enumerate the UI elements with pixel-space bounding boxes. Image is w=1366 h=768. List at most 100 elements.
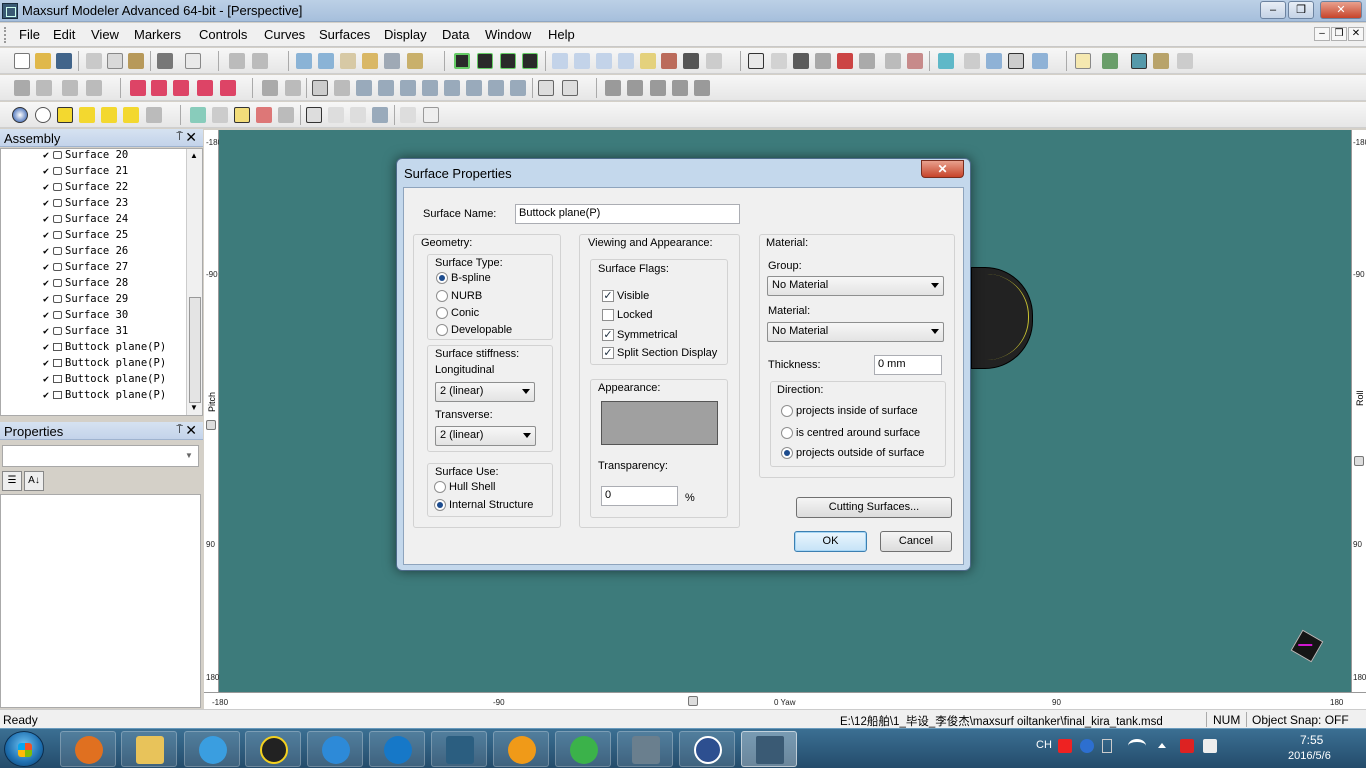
visible-check-icon[interactable]: ✔	[43, 198, 51, 209]
transparency-field[interactable]: 0	[601, 486, 678, 506]
body-plan-icon[interactable]	[477, 53, 493, 69]
tree-item[interactable]: ✔ Surface 23	[43, 197, 128, 213]
tree-item[interactable]: ✔ Surface 31	[43, 325, 128, 341]
undo-icon[interactable]	[229, 53, 245, 69]
taskbar-app-2[interactable]	[121, 731, 177, 767]
area-curve-icon[interactable]	[661, 53, 677, 69]
join-icon[interactable]	[488, 80, 504, 96]
dialog-close-button[interactable]: ✕	[921, 160, 964, 178]
clock-date[interactable]: 2016/5/6	[1288, 750, 1331, 762]
tree-item[interactable]: ✔ Surface 29	[43, 293, 128, 309]
ok-button[interactable]: OK	[794, 531, 867, 552]
triangle-icon[interactable]	[938, 53, 954, 69]
circle-point-icon[interactable]	[197, 80, 213, 96]
transverse-select[interactable]: 2 (linear)	[435, 426, 536, 446]
mirror-icon[interactable]	[422, 80, 438, 96]
locked-checkbox[interactable]	[602, 309, 614, 321]
grid-stack-icon[interactable]	[627, 80, 643, 96]
tree-item[interactable]: ✔ Buttock plane(P)	[43, 357, 166, 373]
taskbar-app-3[interactable]	[184, 731, 240, 767]
tree-item[interactable]: ✔ Surface 26	[43, 245, 128, 261]
taskbar-app-7[interactable]	[431, 731, 487, 767]
flag-icon[interactable]	[793, 53, 809, 69]
tray-expand-icon[interactable]	[1158, 743, 1166, 748]
volume-icon[interactable]	[1203, 739, 1217, 753]
group-select[interactable]: No Material	[767, 276, 944, 296]
projects-inside-radio[interactable]	[781, 405, 793, 417]
roll-slider[interactable]	[1354, 456, 1364, 466]
unbound-icon[interactable]	[562, 80, 578, 96]
mdi-close-button[interactable]: ✕	[1348, 27, 1364, 41]
taskbar-app-5[interactable]	[307, 731, 363, 767]
tree-item[interactable]: ✔ Buttock plane(P)	[43, 373, 166, 389]
arc-icon[interactable]	[220, 80, 236, 96]
control-point-icon[interactable]	[86, 80, 102, 96]
help-tray-icon[interactable]	[1080, 739, 1094, 753]
zoom-out-icon[interactable]	[318, 53, 334, 69]
print-icon[interactable]	[157, 53, 173, 69]
detach-icon[interactable]	[510, 80, 526, 96]
select-icon[interactable]	[748, 53, 764, 69]
layers-icon[interactable]	[694, 80, 710, 96]
rows-icon[interactable]	[672, 80, 688, 96]
pan-hand-icon[interactable]	[340, 53, 356, 69]
visible-check-icon[interactable]: ✔	[43, 390, 51, 401]
table-icon[interactable]	[683, 53, 699, 69]
taskbar-app-1[interactable]	[60, 731, 116, 767]
bspline-radio[interactable]	[436, 272, 448, 284]
arrow-select-icon[interactable]	[278, 107, 294, 123]
pitch-slider[interactable]	[206, 420, 216, 430]
tree-item[interactable]: ✔ Surface 22	[43, 181, 128, 197]
tray-tools-icon[interactable]	[1102, 739, 1112, 753]
mdi-minimize-button[interactable]: –	[1314, 27, 1330, 41]
visible-check-icon[interactable]: ✔	[43, 358, 51, 369]
section-icon[interactable]	[256, 107, 272, 123]
texture-icon[interactable]	[212, 107, 228, 123]
properties-icon[interactable]	[1075, 53, 1091, 69]
profile-view-icon[interactable]	[500, 53, 516, 69]
hydrostatics-icon[interactable]	[706, 53, 722, 69]
centred-radio[interactable]	[781, 427, 793, 439]
assembly-tree[interactable]: ✔ Surface 20 ✔ Surface 21 ✔ Surface 22 ✔ Sur…	[0, 148, 203, 416]
conic-radio[interactable]	[436, 307, 448, 319]
net-view-icon[interactable]	[372, 107, 388, 123]
light-up-icon[interactable]	[101, 107, 117, 123]
visible-check-icon[interactable]: ✔	[43, 374, 51, 385]
bond-icon[interactable]	[964, 53, 980, 69]
scroll-thumb[interactable]	[189, 297, 201, 403]
assembly-pin-icon[interactable]: ⍑	[176, 131, 183, 144]
menu-window[interactable]: Window	[485, 27, 531, 42]
hull-shell-radio[interactable]	[434, 481, 446, 493]
visible-check-icon[interactable]: ✔	[43, 342, 51, 353]
wifi-icon[interactable]	[1128, 739, 1146, 753]
grid-icon[interactable]	[1131, 53, 1147, 69]
move-icon[interactable]	[356, 80, 372, 96]
cancel-button[interactable]: Cancel	[880, 531, 952, 552]
taskbar-app-10[interactable]	[617, 731, 673, 767]
copy-surface-icon[interactable]	[312, 80, 328, 96]
markers-tool-icon[interactable]	[771, 53, 787, 69]
categorized-icon[interactable]: ☰	[2, 471, 22, 491]
cut-icon[interactable]	[86, 53, 102, 69]
delete-icon[interactable]	[837, 53, 853, 69]
add-curve-icon[interactable]	[130, 80, 146, 96]
shade-icon[interactable]	[190, 107, 206, 123]
tree-item[interactable]: ✔ Surface 28	[43, 277, 128, 293]
chevron-down-icon[interactable]: ▼	[182, 448, 196, 464]
pencil-icon[interactable]	[14, 80, 30, 96]
menu-surfaces[interactable]: Surfaces	[319, 27, 370, 42]
sweep-icon[interactable]	[466, 80, 482, 96]
taskbar-app-8[interactable]	[493, 731, 549, 767]
menu-view[interactable]: View	[91, 27, 119, 42]
menu-grip[interactable]	[4, 27, 7, 43]
flip-icon[interactable]	[400, 80, 416, 96]
tree-scrollbar[interactable]: ▲ ▼	[186, 149, 202, 415]
bound-icon[interactable]	[538, 80, 554, 96]
menu-data[interactable]: Data	[442, 27, 469, 42]
material-select[interactable]: No Material	[767, 322, 944, 342]
properties-pin-icon[interactable]: ⍑	[176, 424, 183, 437]
visible-check-icon[interactable]: ✔	[43, 310, 51, 321]
curve-link-icon[interactable]	[1032, 53, 1048, 69]
taskbar-app-6[interactable]	[369, 731, 425, 767]
restore-button[interactable]: ❒	[1288, 1, 1314, 19]
